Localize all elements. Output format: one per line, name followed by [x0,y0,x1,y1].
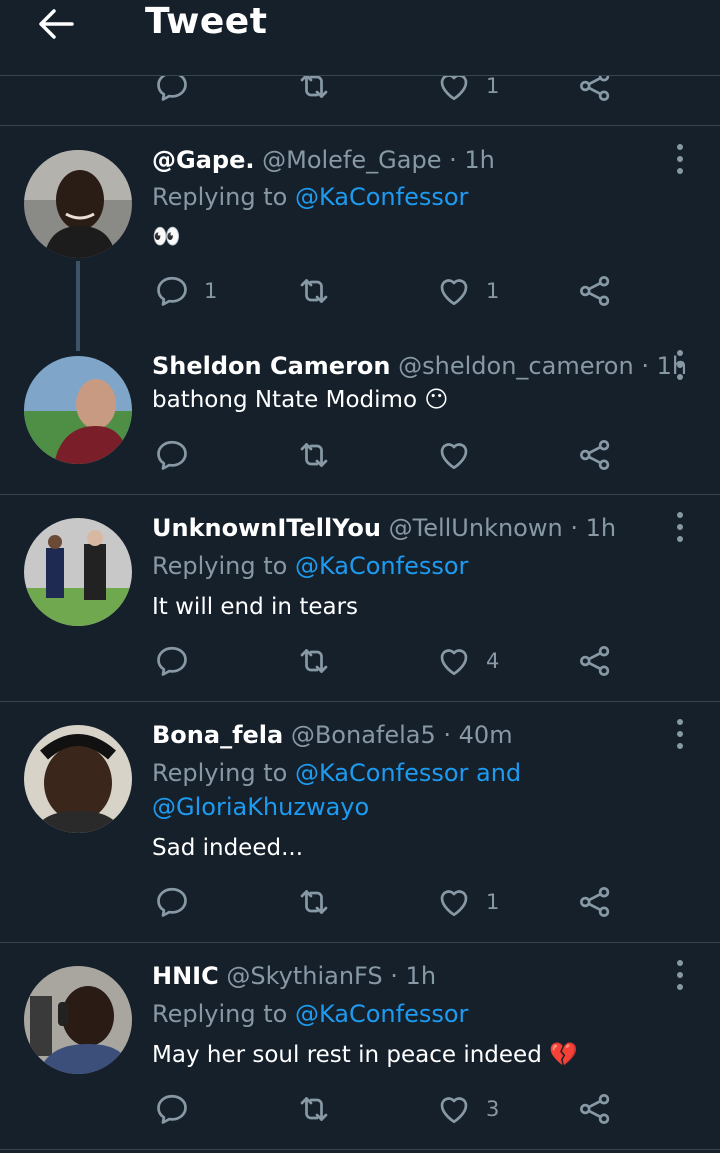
reply-icon[interactable] [154,1091,190,1127]
retweet-icon[interactable] [296,273,332,309]
retweet-icon[interactable] [296,643,332,679]
retweet-icon[interactable] [296,437,332,473]
mention-link[interactable]: @KaConfessor [295,552,468,580]
author-line: Bona_fela @Bonafela5 · 40m [152,719,513,751]
author-line: UnknownITellYou @TellUnknown · 1h [152,512,616,544]
replying-to-continued: @GloriaKhuzwayo [152,790,369,824]
display-name[interactable]: UnknownITellYou [152,514,381,542]
author-line: HNIC @SkythianFS · 1h [152,960,436,992]
tweet-text: May her soul rest in peace indeed 💔 [152,1042,578,1068]
share-icon[interactable] [577,437,613,473]
heart-icon[interactable] [436,1091,472,1127]
retweet-icon[interactable] [296,1091,332,1127]
replying-to: Replying to @KaConfessor and [152,759,522,787]
avatar[interactable] [24,966,132,1074]
avatar[interactable] [24,356,132,464]
reply-icon[interactable] [154,273,190,309]
author-line: Sheldon Cameron @sheldon_cameron · 1h [152,350,687,382]
avatar[interactable] [24,518,132,626]
more-vertical-icon[interactable] [668,507,692,547]
replying-to: Replying to @KaConfessor [152,183,469,211]
reply-tweet[interactable]: Bona_fela @Bonafela5 · 40m Replying to @… [0,702,720,943]
avatar[interactable] [24,150,132,258]
share-icon[interactable] [577,1091,613,1127]
handle-and-time: @Bonafela5 · 40m [290,721,513,749]
replying-to: Replying to @KaConfessor [152,1000,469,1028]
mention-link[interactable]: @KaConfessor and [295,759,521,787]
like-count: 1 [486,890,500,914]
share-icon[interactable] [577,273,613,309]
heart-icon[interactable] [436,273,472,309]
arrow-left-icon[interactable] [36,4,76,44]
display-name[interactable]: Bona_fela [152,721,283,749]
previous-tweet-actions: 1 [0,76,720,126]
reply-icon[interactable] [154,884,190,920]
retweet-icon[interactable] [296,884,332,920]
handle-and-time: @SkythianFS · 1h [226,962,437,990]
avatar[interactable] [24,725,132,833]
heart-icon[interactable] [436,643,472,679]
mention-link[interactable]: @KaConfessor [295,1000,468,1028]
heart-icon[interactable] [436,437,472,473]
like-count: 3 [486,1097,500,1121]
tweet-text: It will end in tears [152,594,359,620]
reply-icon[interactable] [154,643,190,679]
top-bar: Tweet [0,0,720,76]
reply-tweet[interactable]: @Gape. @Molefe_Gape · 1h Replying to @Ka… [0,127,720,351]
replying-to: Replying to @KaConfessor [152,552,469,580]
like-count: 4 [486,649,500,673]
page-title: Tweet [145,1,268,42]
reply-tweet[interactable]: UnknownITellYou @TellUnknown · 1h Replyi… [0,495,720,702]
reply-count: 1 [204,279,218,303]
display-name[interactable]: HNIC [152,962,219,990]
reply-tweet[interactable]: Sheldon Cameron @sheldon_cameron · 1h ba… [0,337,720,495]
handle-and-time: @TellUnknown · 1h [388,514,617,542]
share-icon[interactable] [577,643,613,679]
more-vertical-icon[interactable] [668,955,692,995]
heart-icon[interactable] [436,884,472,920]
tweet-text: Sad indeed... [152,835,304,861]
display-name[interactable]: Sheldon Cameron [152,352,391,380]
mention-link[interactable]: @KaConfessor [295,183,468,211]
mention-link[interactable]: @GloriaKhuzwayo [152,793,369,821]
tweet-text: 👀 [152,224,181,250]
display-name[interactable]: @Gape. [152,146,254,174]
like-count: 1 [486,74,500,98]
share-icon[interactable] [577,884,613,920]
reply-icon[interactable] [154,437,190,473]
reply-tweet[interactable]: HNIC @SkythianFS · 1h Replying to @KaCon… [0,943,720,1150]
handle-and-time: @sheldon_cameron · 1h [398,352,688,380]
handle-and-time: @Molefe_Gape · 1h [262,146,495,174]
like-count: 1 [486,279,500,303]
author-line: @Gape. @Molefe_Gape · 1h [152,144,495,176]
more-vertical-icon[interactable] [668,345,692,385]
more-vertical-icon[interactable] [668,714,692,754]
more-vertical-icon[interactable] [668,139,692,179]
tweet-text: bathong Ntate Modimo 😶 [152,387,449,413]
